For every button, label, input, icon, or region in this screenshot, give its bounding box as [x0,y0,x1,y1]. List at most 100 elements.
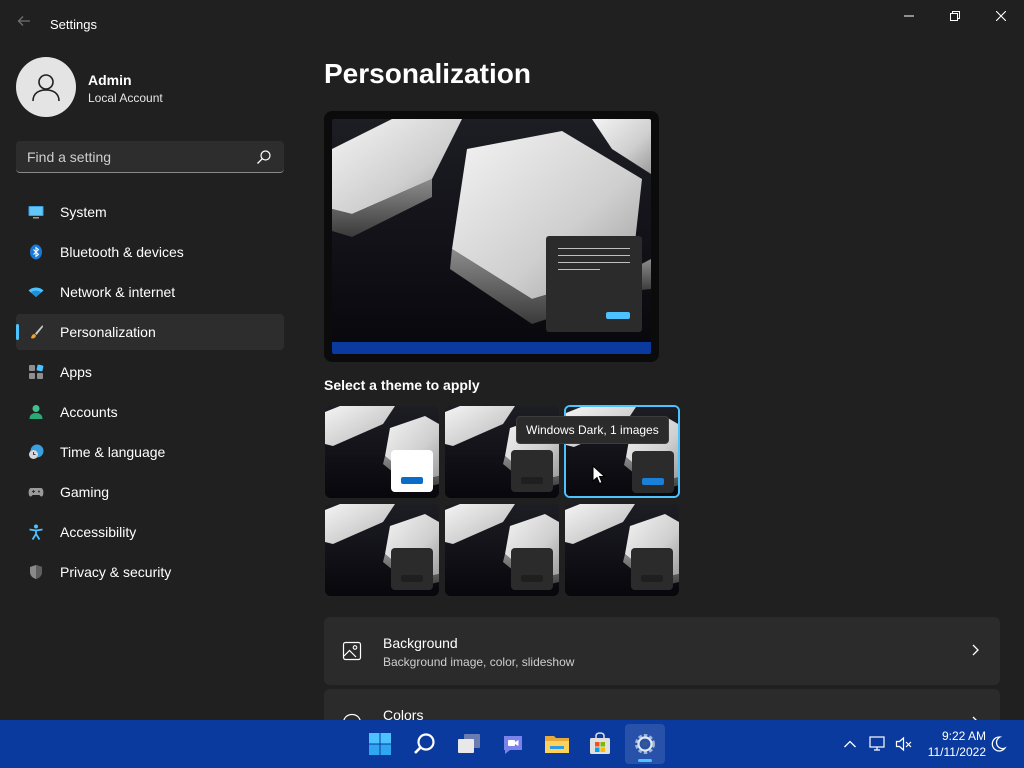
restore-icon [950,11,960,21]
theme-tile-dark[interactable] [325,504,439,596]
accounts-icon [29,405,43,419]
title-bar: Settings [0,0,1024,48]
sidebar-item-apps[interactable]: Apps [16,354,284,390]
sidebar-item-bluetooth[interactable]: Bluetooth & devices [16,234,284,270]
sidebar-item-network[interactable]: Network & internet [16,274,284,310]
theme-heading: Select a theme to apply [324,377,480,393]
clock-time[interactable]: 9:22 AM [920,729,986,743]
start-button[interactable] [360,724,400,764]
preview-line [558,262,630,263]
clock-date[interactable]: 11/11/2022 [920,745,986,759]
avatar[interactable] [16,57,76,117]
theme-tile-card [391,548,433,590]
sidebar-item-label: Network & internet [60,284,176,300]
back-arrow-icon [17,16,30,26]
page-title: Personalization [324,58,531,89]
task-view-button[interactable] [449,724,489,764]
sidebar-item-label: System [60,204,107,220]
sidebar-item-label: Gaming [60,484,110,500]
sidebar-item-label: Privacy & security [60,564,172,580]
task-view-icon [458,734,480,753]
theme-tile-accent [642,478,664,485]
sidebar-nav: System Bluetooth & devices Network & int… [16,194,284,594]
preview-line [558,269,600,270]
preview-window [546,236,642,332]
preview-taskbar [332,342,651,354]
volume-muted-icon [895,736,912,752]
taskbar-search-button[interactable] [405,724,445,764]
start-icon [369,733,391,755]
sidebar-item-accessibility[interactable]: Accessibility [16,514,284,550]
search-icon [414,733,435,754]
taskbar [0,720,1024,768]
theme-tile-windows-light[interactable] [325,406,439,498]
wifi-icon [28,287,44,297]
theme-tile-accent [641,575,663,582]
theme-tile-card [391,450,433,492]
store-icon [590,732,610,754]
sidebar-item-label: Bluetooth & devices [60,244,184,260]
sidebar-item-label: Time & language [60,444,166,460]
theme-tile-card [511,450,553,492]
file-explorer-icon [545,736,569,753]
sidebar-item-privacy-security[interactable]: Privacy & security [16,554,284,590]
user-name: Admin [88,72,132,88]
store-button[interactable] [580,724,620,764]
user-icon [32,74,60,102]
close-icon [996,11,1006,21]
accessibility-icon [29,524,43,540]
sidebar-item-label: Accessibility [60,524,137,540]
back-button[interactable] [12,12,36,36]
row-subtitle: Background image, color, slideshow [383,655,575,669]
chevron-right-icon [972,644,979,656]
theme-tile-dark[interactable] [445,504,559,596]
sidebar-item-time-language[interactable]: Time & language [16,434,284,470]
volume-tray-button[interactable] [894,734,914,754]
apps-icon [29,364,44,379]
active-app-indicator [638,759,652,762]
network-tray-button[interactable] [868,734,888,754]
preview-wallpaper [332,119,651,354]
show-hidden-icons-button[interactable] [840,734,860,754]
theme-tile-accent [401,575,423,582]
search-input[interactable] [16,141,252,172]
preview-line [558,255,630,256]
app-title: Settings [50,17,97,32]
restore-button[interactable] [932,0,978,32]
sidebar-item-gaming[interactable]: Gaming [16,474,284,510]
preview-accent-button [606,312,630,319]
preview-line [558,248,630,249]
file-explorer-button[interactable] [537,724,577,764]
theme-tile-card [631,548,673,590]
gamepad-icon [28,488,44,497]
minimize-button[interactable] [886,0,932,32]
brush-icon [31,325,43,339]
theme-tile-dark[interactable] [565,504,679,596]
sidebar-item-personalization[interactable]: Personalization [16,314,284,350]
search-box[interactable] [16,141,284,173]
theme-tile-accent [521,575,543,582]
chat-icon [504,736,522,754]
system-icon [28,206,44,219]
theme-tile-card [511,548,553,590]
moon-icon [991,736,1007,752]
search-icon[interactable] [256,149,272,165]
sidebar-item-label: Personalization [60,324,156,340]
image-icon [342,641,362,661]
sidebar-item-system[interactable]: System [16,194,284,230]
sidebar-item-label: Accounts [60,404,118,420]
bluetooth-icon [30,244,42,260]
sidebar-item-accounts[interactable]: Accounts [16,394,284,430]
focus-assist-button[interactable] [988,734,1008,754]
settings-icon [635,734,655,754]
theme-preview [324,111,659,362]
row-title: Background [383,635,458,651]
minimize-icon [904,15,914,17]
close-button[interactable] [978,0,1024,32]
chat-button[interactable] [493,724,533,764]
theme-tile-card [632,451,674,493]
theme-tile-accent [401,477,423,484]
background-setting-row[interactable]: Background Background image, color, slid… [324,617,1000,685]
settings-button[interactable] [625,724,665,764]
theme-tooltip: Windows Dark, 1 images [516,416,669,444]
